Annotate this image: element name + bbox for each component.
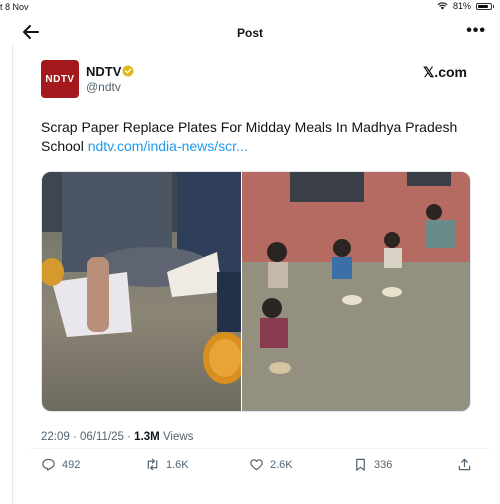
tweet-link[interactable]: ndtv.com/india-news/scr... <box>88 138 248 154</box>
bookmark-icon <box>356 458 365 471</box>
media-image-left <box>42 172 247 411</box>
x-logo[interactable]: 𝕏.com <box>423 64 467 81</box>
battery-level <box>478 4 488 8</box>
repost-button[interactable]: 1.6K <box>145 457 189 472</box>
share-icon <box>458 458 471 471</box>
status-bar: t 8 Nov 81% <box>0 0 500 14</box>
like-icon <box>250 459 263 471</box>
repost-icon <box>147 458 158 471</box>
like-button[interactable]: 2.6K <box>249 457 293 472</box>
repost-count: 1.6K <box>166 458 189 471</box>
meta-separator-2: · <box>123 431 135 443</box>
media-right-illustration <box>242 172 470 411</box>
avatar[interactable]: NDTV <box>41 60 79 98</box>
more-icon[interactable]: ••• <box>466 22 486 40</box>
tweet-time: 22:09 <box>41 431 70 443</box>
share-button[interactable] <box>457 457 472 472</box>
author-handle[interactable]: @ndtv <box>86 80 121 94</box>
bookmark-button[interactable]: 336 <box>353 457 392 472</box>
verified-badge-icon <box>122 65 134 77</box>
media-image-right <box>242 172 470 411</box>
reply-icon <box>42 458 55 471</box>
reply-button[interactable]: 492 <box>41 457 80 472</box>
divider-left <box>12 44 13 504</box>
page-title: Post <box>236 26 263 40</box>
media-left-illustration <box>42 172 247 384</box>
tweet-meta: 22:09 · 06/11/25 · 1.3M Views <box>41 431 193 443</box>
meta-separator: · <box>69 431 81 443</box>
author-name[interactable]: NDTV <box>86 64 121 79</box>
views-label: Views <box>159 431 194 443</box>
tweet-text: Scrap Paper Replace Plates For Midday Me… <box>41 118 461 156</box>
divider <box>30 448 490 449</box>
reply-count: 492 <box>62 458 81 471</box>
avatar-text: NDTV <box>45 73 75 85</box>
battery-percent: 81% <box>452 1 471 11</box>
battery-icon <box>476 2 494 10</box>
tweet-media[interactable] <box>41 171 471 412</box>
tweet-date: 06/11/25 <box>80 431 124 443</box>
bookmark-count: 336 <box>374 458 393 471</box>
action-bar: 492 1.6K 2.6K 336 <box>0 457 500 477</box>
wifi-icon <box>437 2 448 10</box>
status-time: t 8 Nov <box>0 2 29 12</box>
like-count: 2.6K <box>270 458 293 471</box>
header: Post ••• <box>0 18 500 48</box>
views-count: 1.3M <box>134 431 160 443</box>
status-right: 81% <box>437 1 494 11</box>
